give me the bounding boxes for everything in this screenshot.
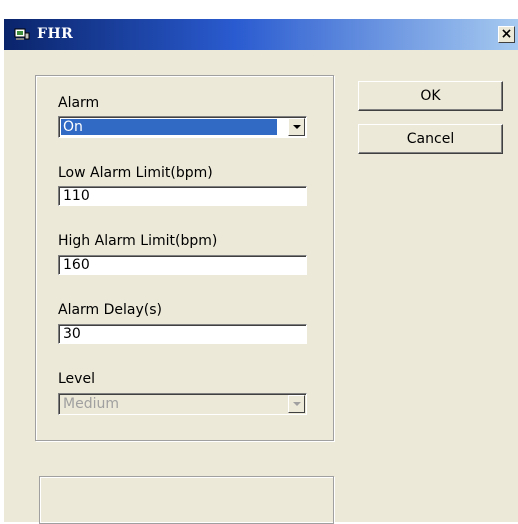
monitor-icon <box>14 28 30 40</box>
alarm-select[interactable]: On <box>58 116 307 138</box>
close-icon: × <box>500 26 513 42</box>
alarm-label: Alarm <box>58 95 100 111</box>
status-box <box>39 476 334 524</box>
close-button[interactable]: × <box>498 26 515 43</box>
chevron-down-icon[interactable] <box>288 118 305 136</box>
fhr-dialog: FHR × Alarm On Low Alarm Limit(bpm) 110 … <box>4 19 518 524</box>
chevron-down-icon <box>288 395 305 413</box>
level-select-value: Medium <box>63 396 119 412</box>
low-alarm-limit-input[interactable]: 110 <box>58 186 307 206</box>
cancel-button[interactable]: Cancel <box>358 124 503 154</box>
high-alarm-limit-label: High Alarm Limit(bpm) <box>58 233 218 249</box>
high-alarm-limit-input[interactable]: 160 <box>58 255 307 275</box>
window-title: FHR <box>37 26 74 42</box>
level-select: Medium <box>58 393 307 415</box>
alarm-select-value: On <box>61 119 277 135</box>
low-alarm-limit-label: Low Alarm Limit(bpm) <box>58 165 213 181</box>
alarm-delay-label: Alarm Delay(s) <box>58 302 163 318</box>
ok-button[interactable]: OK <box>358 81 503 111</box>
alarm-delay-input[interactable]: 30 <box>58 324 307 344</box>
level-label: Level <box>58 371 95 387</box>
title-bar[interactable]: FHR × <box>4 19 518 50</box>
